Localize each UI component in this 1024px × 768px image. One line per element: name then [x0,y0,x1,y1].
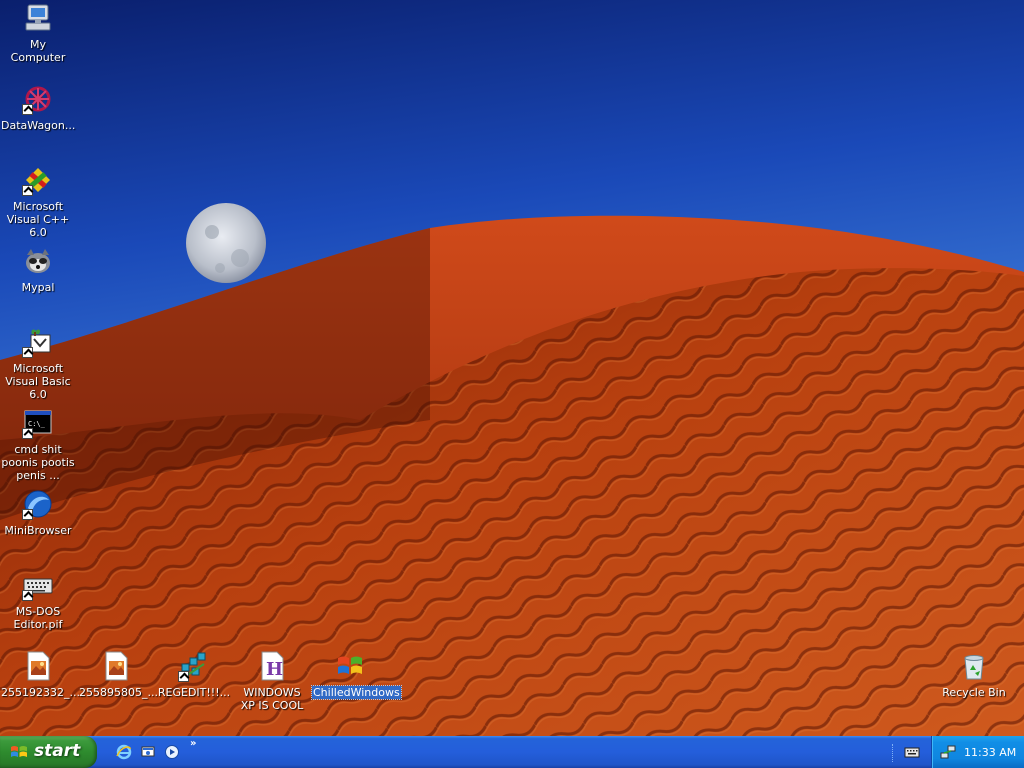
shortcut-arrow-icon [22,590,33,601]
shortcut-arrow-icon [22,347,33,358]
recycle-bin-icon [958,650,990,682]
desktop-icon-visual-cpp[interactable]: Microsoft Visual C++ 6.0 [0,164,76,239]
system-tray: 11:33 AM [931,736,1024,768]
desktop-icon-mypal[interactable]: Mypal [0,245,76,294]
desktop-icon-label: REGEDIT!!!... [157,686,231,699]
desktop-icon-recycle-bin[interactable]: Recycle Bin [936,650,1012,699]
shortcut-arrow-icon [22,428,33,439]
desktop-icon-visual-basic[interactable]: Microsoft Visual Basic 6.0 [0,326,76,401]
desktop-icon-label: Mypal [21,281,55,294]
quick-launch-overflow-chevron-icon[interactable]: » [190,738,197,749]
desktop-icon-minibrowser[interactable]: MiniBrowser [0,488,76,537]
taskbar: start » 11:33 AM [0,736,1024,768]
show-desktop-icon[interactable] [140,744,156,760]
desktop-icon-label: DataWagon... [1,119,76,132]
start-label: start [34,741,81,761]
start-button[interactable]: start [0,736,97,768]
desktop-icon-cmd[interactable]: C:\_ cmd shit poonis pootis penis ... [0,407,76,482]
network-icon[interactable] [940,744,956,760]
desktop-icon-regedit[interactable]: REGEDIT!!!... [156,650,232,699]
shortcut-arrow-icon [22,185,33,196]
minibrowser-icon [22,488,54,520]
desktop-icon-msdos-editor[interactable]: MS-DOS Editor.pif [0,569,76,631]
desktop-icon-label: My Computer [10,38,66,64]
regedit-icon [178,650,210,682]
tray-separator [892,744,895,762]
visual-cpp-icon [22,164,54,196]
desktop-icon-windows-xp-is-cool[interactable]: H WINDOWS XP IS COOL [234,650,310,712]
desktop-icon-label: cmd shit poonis pootis penis ... [1,443,75,482]
desktop-icon-image-file-2[interactable]: 255895805_... [78,650,158,699]
svg-text:C:\_: C:\_ [28,420,46,428]
shortcut-arrow-icon [178,671,189,682]
keyboard-language-icon[interactable] [904,745,920,759]
desktop-icon-chilledwindows[interactable]: ChilledWindows [311,650,402,700]
image-file-icon [100,650,132,682]
desktop-icon-label: 255895805_... [79,686,158,699]
desktop-icon-image-file-1[interactable]: 255192332_... [0,650,80,699]
desktop-icon-label: MS-DOS Editor.pif [13,605,63,631]
desktop-icon-my-computer[interactable]: My Computer [0,2,76,64]
desktop-icon-label: Microsoft Visual Basic 6.0 [5,362,71,401]
desktop-icon-label: 255192332_... [1,686,80,699]
shortcut-arrow-icon [22,509,33,520]
datawagon-icon [22,83,54,115]
internet-explorer-icon[interactable] [116,744,132,760]
desktop-icon-label-selected: ChilledWindows [311,685,402,700]
desktop-icon-label: WINDOWS XP IS COOL [240,686,304,712]
image-file-icon [22,650,54,682]
shortcut-arrow-icon [22,104,33,115]
desktop-icon-label: MiniBrowser [4,524,72,537]
command-prompt-icon: C:\_ [22,407,54,439]
desktop[interactable]: My Computer DataWagon... Microsoft Visua… [0,0,1024,736]
windows-logo-icon [334,650,366,682]
html-help-file-icon: H [256,650,288,682]
media-player-icon[interactable] [164,744,180,760]
visual-basic-icon [22,326,54,358]
windows-flag-icon [11,746,27,757]
moon-graphic [186,203,266,283]
desktop-icon-datawagon[interactable]: DataWagon... [0,83,76,132]
clock[interactable]: 11:33 AM [964,746,1016,759]
mypal-browser-icon [22,245,54,277]
desktop-icon-label: Microsoft Visual C++ 6.0 [6,200,70,239]
my-computer-icon [22,2,54,34]
keyboard-icon [22,569,54,601]
desert-wallpaper [0,203,1024,736]
desktop-icon-label: Recycle Bin [942,686,1006,699]
svg-text:H: H [266,659,283,680]
